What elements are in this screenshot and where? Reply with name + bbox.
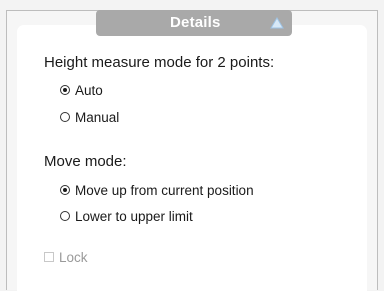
radio-move-up-label: Move up from current position (75, 182, 254, 198)
collapse-triangle-icon[interactable] (270, 17, 284, 29)
lock-checkbox[interactable]: Lock (44, 249, 88, 265)
radio-lower-to-upper-indicator[interactable] (60, 211, 70, 221)
radio-lower-to-upper[interactable]: Lower to upper limit (60, 207, 193, 225)
radio-move-up-indicator[interactable] (60, 185, 70, 195)
details-header-toggle[interactable]: Details (96, 10, 292, 36)
radio-auto-label: Auto (75, 82, 103, 98)
move-mode-label: Move mode: (44, 153, 127, 170)
lock-label: Lock (59, 249, 88, 265)
radio-manual-label: Manual (75, 109, 120, 125)
radio-auto[interactable]: Auto (60, 81, 103, 99)
lock-checkbox-box[interactable] (44, 252, 54, 262)
height-measure-mode-label: Height measure mode for 2 points: (44, 54, 275, 71)
radio-manual-indicator[interactable] (60, 112, 70, 122)
radio-manual[interactable]: Manual (60, 108, 119, 126)
details-panel (6, 10, 378, 291)
radio-lower-to-upper-label: Lower to upper limit (75, 208, 193, 224)
details-title: Details (170, 14, 221, 31)
radio-auto-indicator[interactable] (60, 85, 70, 95)
radio-move-up[interactable]: Move up from current position (60, 181, 254, 199)
